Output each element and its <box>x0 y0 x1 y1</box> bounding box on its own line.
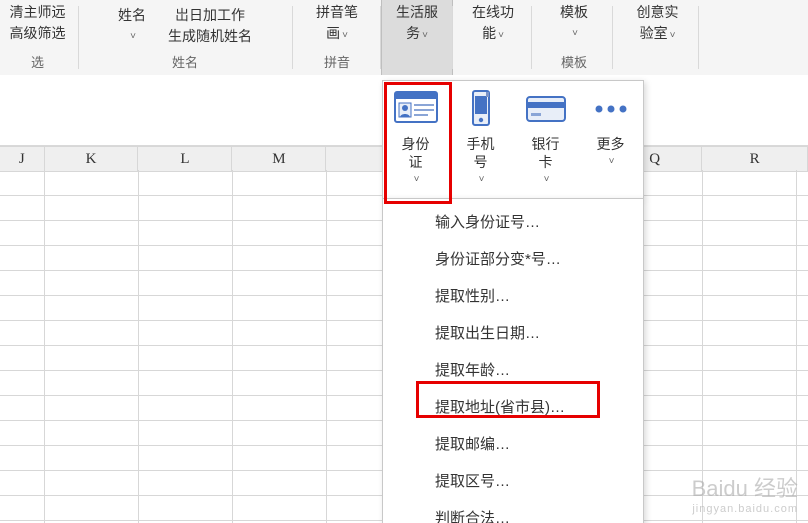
separator <box>612 6 613 69</box>
ribbon-label: 在线功 <box>472 2 514 23</box>
chevron-down-icon: ˅ <box>534 171 560 189</box>
toolbar-label: 身份 <box>402 135 430 153</box>
toolbar-label: 更多 <box>597 135 625 153</box>
ribbon-label: 创意实 <box>637 2 679 23</box>
bankcard-icon <box>524 89 568 129</box>
ribbon-button-random-name[interactable]: 岀日加工作 生成随机姓名 <box>168 5 252 47</box>
more-button[interactable]: 更多 ˅ <box>578 81 643 199</box>
toolbar-label: 号˅ <box>467 153 495 189</box>
ribbon-label: 岀日加工作 <box>175 5 245 26</box>
menu-item-extract-addr[interactable]: 提取地址(省市县)… <box>383 388 643 425</box>
ribbon-group-label: 拼音 <box>297 52 377 71</box>
toolbar-label: 手机 <box>467 135 495 153</box>
ribbon-label: 画˅ <box>326 23 348 46</box>
menu-item-extract-dob[interactable]: 提取出生日期… <box>383 314 643 351</box>
ribbon-label: 清主师远 <box>10 2 66 23</box>
column-header[interactable]: J <box>0 147 45 171</box>
ribbon-group-template: 模板 ˅ 模板 <box>540 0 608 75</box>
ribbon-button-template[interactable]: 模板 ˅ <box>560 2 588 44</box>
separator <box>452 6 453 69</box>
ribbon-label: 姓名 <box>118 5 146 26</box>
chevron-down-icon: ˅ <box>404 171 430 189</box>
ribbon-label: 验室˅ <box>640 23 676 46</box>
ribbon-label: 生成随机姓名 <box>168 26 252 47</box>
ribbon-button-name[interactable]: 姓名 ˅ <box>118 5 146 47</box>
menu-item-extract-zip[interactable]: 提取邮编… <box>383 425 643 462</box>
separator <box>698 6 699 69</box>
ribbon-group-filter: 清主师远 高级筛选 选 <box>0 0 75 75</box>
chevron-down-icon: ˅ <box>422 30 428 41</box>
chevron-down-icon: ˅ <box>670 30 676 41</box>
chevron-down-icon: ˅ <box>469 171 495 189</box>
separator <box>531 6 532 69</box>
more-icon <box>589 89 633 129</box>
ribbon-group-label: 姓名 <box>85 52 285 71</box>
ribbon-button-lab[interactable]: 创意实 验室˅ <box>620 0 695 75</box>
ribbon-button-pinyin[interactable]: 拼音笔 画˅ <box>316 2 358 46</box>
menu-item-extract-area[interactable]: 提取区号… <box>383 462 643 499</box>
idcard-menu: 输入身份证号… 身份证部分变*号… 提取性别… 提取出生日期… 提取年龄… 提取… <box>382 198 644 523</box>
ribbon-group-name: 姓名 ˅ 岀日加工作 生成随机姓名 姓名 <box>85 0 285 75</box>
menu-item-extract-age[interactable]: 提取年龄… <box>383 351 643 388</box>
menu-item-check-valid[interactable]: 判断合法… <box>383 499 643 523</box>
toolbar-label: 银行 <box>532 135 560 153</box>
ribbon: 清主师远 高级筛选 选 姓名 ˅ 岀日加工作 生成随机姓名 姓名 拼音笔 画˅ … <box>0 0 808 76</box>
separator <box>78 6 79 69</box>
menu-item-input-id[interactable]: 输入身份证号… <box>383 203 643 240</box>
ribbon-group-label: 模板 <box>540 52 608 71</box>
chevron-down-icon: ˅ <box>342 30 348 41</box>
menu-item-extract-sex[interactable]: 提取性别… <box>383 277 643 314</box>
idcard-icon <box>394 89 438 129</box>
ribbon-group-label: 选 <box>0 52 75 71</box>
ribbon-label: 模板 <box>560 2 588 23</box>
toolbar-label: 卡˅ <box>532 153 560 189</box>
phone-icon <box>459 89 503 129</box>
ribbon-button-life-services[interactable]: 生活服 务˅ <box>381 0 453 75</box>
chevron-down-icon: ˅ <box>572 23 578 44</box>
chevron-down-icon: ˅ <box>599 153 625 171</box>
column-header[interactable]: K <box>45 147 139 171</box>
phone-button[interactable]: 手机 号˅ <box>448 81 513 199</box>
life-services-panel: 身份 证˅ 手机 号˅ 银行 卡˅ <box>382 80 644 199</box>
toolbar-label: 证˅ <box>402 153 430 189</box>
menu-item-mask-id[interactable]: 身份证部分变*号… <box>383 240 643 277</box>
ribbon-label: 生活服 <box>396 2 438 23</box>
column-header[interactable]: R <box>702 147 808 171</box>
ribbon-label: 拼音笔 <box>316 2 358 23</box>
column-header[interactable]: L <box>138 147 232 171</box>
column-header[interactable]: M <box>232 147 326 171</box>
bankcard-button[interactable]: 银行 卡˅ <box>513 81 578 199</box>
chevron-down-icon: ˅ <box>130 26 136 47</box>
ribbon-group-pinyin: 拼音笔 画˅ 拼音 <box>297 0 377 75</box>
separator <box>292 6 293 69</box>
ribbon-label: 务˅ <box>406 23 428 46</box>
chevron-down-icon: ˅ <box>498 30 504 41</box>
ribbon-button-online[interactable]: 在线功 能˅ <box>458 0 528 75</box>
ribbon-label: 能˅ <box>482 23 504 46</box>
idcard-button[interactable]: 身份 证˅ <box>383 81 448 199</box>
ribbon-button-advanced-filter[interactable]: 高级筛选 <box>10 23 66 44</box>
